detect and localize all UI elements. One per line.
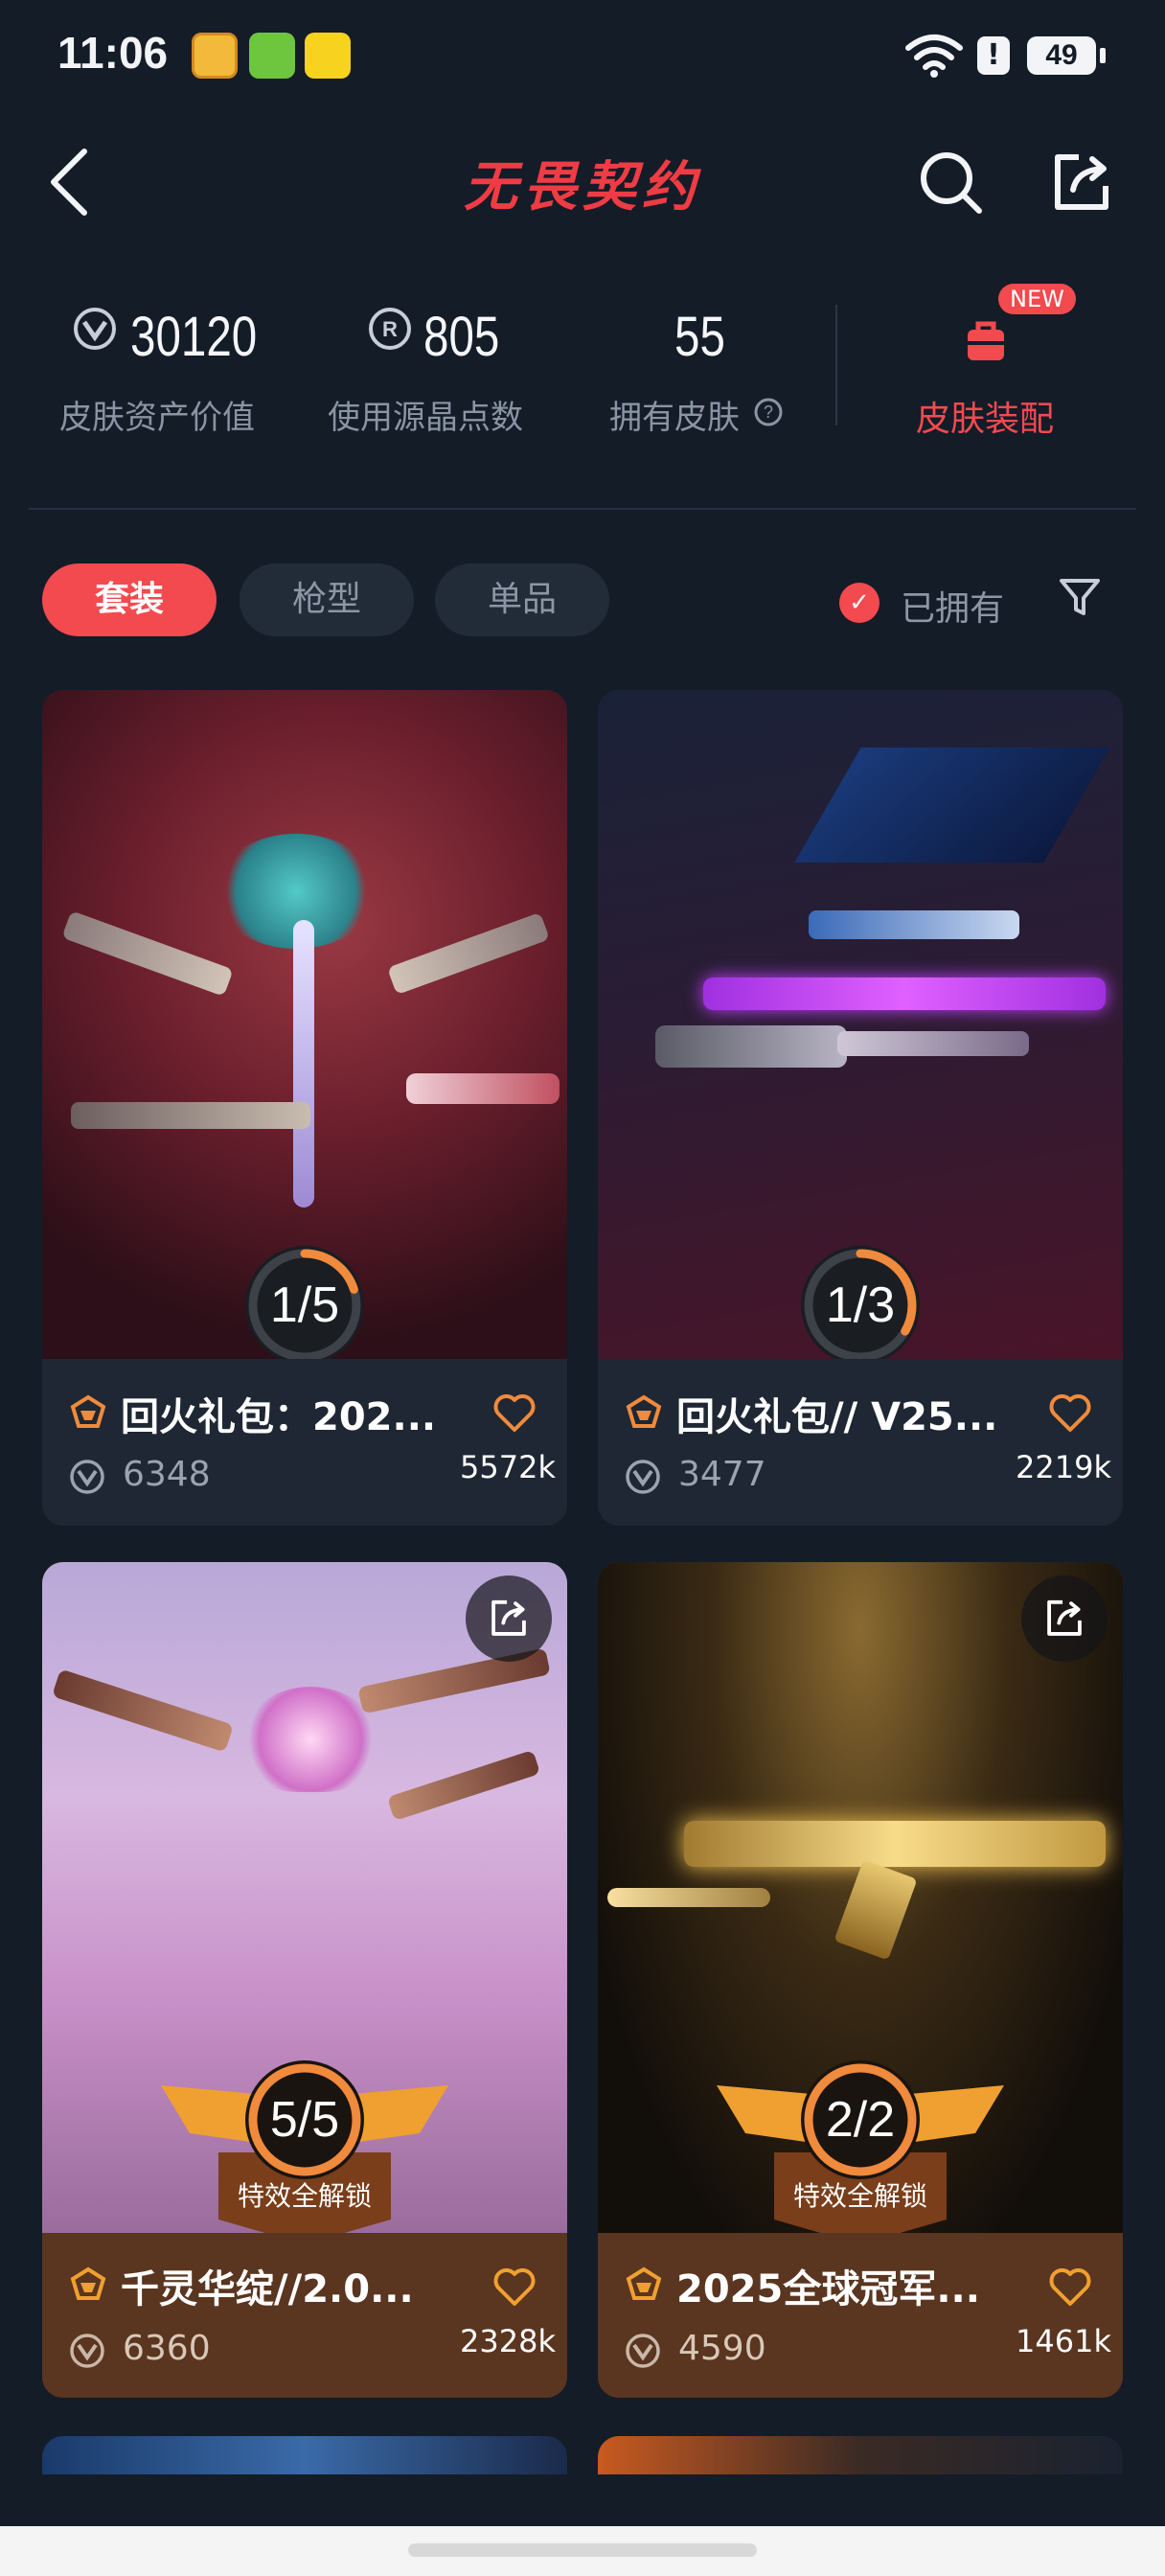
progress-count: 1/5 [269, 1277, 340, 1333]
lotus-decoration [243, 1687, 377, 1792]
tier-icon [70, 2266, 106, 2300]
owned-skins-count: 55 [674, 306, 725, 368]
filter-icon[interactable] [1058, 575, 1102, 619]
backpack-icon [968, 321, 1004, 360]
vp-coin-icon [626, 2334, 660, 2368]
app-notification-icon [249, 33, 295, 79]
loadout-button[interactable]: NEW 皮肤装配 [901, 278, 1131, 441]
favorite-icon[interactable] [1048, 2266, 1092, 2308]
share-icon[interactable] [1050, 151, 1113, 215]
favorite-icon[interactable] [492, 1392, 537, 1434]
radianite-icon: R [369, 308, 411, 350]
tab-gun-type[interactable]: 枪型 [240, 564, 414, 636]
page-title: 无畏契约 [464, 156, 701, 218]
rifle-skin [703, 978, 1106, 1010]
system-nav-bar [0, 2526, 1165, 2576]
vp-coin-icon [70, 1460, 104, 1494]
rifle-skin [809, 910, 1019, 939]
skin-set-title: 回火礼包// V25... [676, 1395, 998, 1439]
battery-level: 49 [1045, 39, 1078, 71]
rifle-stock [834, 1859, 918, 1961]
card-info: 回火礼包：202... 6348 5572k [42, 1359, 567, 1526]
skin-set-price: 3477 [678, 1455, 766, 1494]
tab-sets[interactable]: 套装 [42, 564, 217, 636]
section-divider [29, 508, 1136, 510]
status-time: 11:06 [57, 28, 169, 78]
home-indicator[interactable] [408, 2543, 757, 2557]
radianite-points: 805 [423, 306, 500, 368]
asset-value: 30120 [130, 306, 258, 368]
backdrop-shape [794, 748, 1110, 862]
battery-tip [1100, 48, 1106, 63]
popularity-count: 1461k [1016, 2323, 1111, 2359]
loadout-label: 皮肤装配 [916, 400, 1055, 439]
vp-coin-icon [74, 308, 116, 350]
unlocked-label: 特效全解锁 [792, 2180, 927, 2212]
check-icon: ✓ [839, 583, 879, 623]
skin-set-card[interactable]: 1/5 回火礼包：202... 6348 5572k [42, 690, 567, 1526]
stats-divider [835, 305, 837, 426]
tab-single-item[interactable]: 单品 [435, 564, 609, 636]
app-notification-icon [305, 33, 351, 79]
share-icon [1047, 1599, 1082, 1636]
info-icon[interactable]: ? [753, 397, 784, 427]
rifle-skin [61, 910, 234, 997]
popularity-count: 2328k [460, 2323, 556, 2359]
skin-set-card-partial[interactable] [598, 2436, 1123, 2474]
popularity-count: 2219k [1016, 1449, 1111, 1485]
share-button[interactable] [1021, 1576, 1108, 1662]
progress-count: 1/3 [825, 1277, 896, 1333]
owned-filter-label: 已拥有 [901, 589, 1005, 629]
share-icon [491, 1599, 526, 1636]
tier-icon [70, 1394, 106, 1428]
battery-indicator: 49 [1027, 36, 1096, 75]
rifle-skin [684, 1821, 1106, 1867]
favorite-icon[interactable] [1048, 1392, 1092, 1434]
asset-value-label: 皮肤资产价值 [59, 399, 255, 437]
wifi-icon [905, 34, 963, 78]
skin-set-card[interactable]: 5/5 特效全解锁 千灵华绽//2.0... 6360 2328k [42, 1562, 567, 2398]
rifle-skin [837, 1031, 1029, 1056]
alert-icon: ! [977, 36, 1010, 75]
card-info: 2025全球冠军... 4590 1461k [598, 2233, 1123, 2398]
svg-text:R: R [382, 317, 398, 341]
svg-text:?: ? [764, 402, 773, 422]
share-button[interactable] [466, 1576, 552, 1662]
vp-coin-icon [70, 2334, 104, 2368]
progress-count: 5/5 [269, 2092, 340, 2148]
skin-set-title: 2025全球冠军... [676, 2267, 980, 2312]
new-badge: NEW [998, 284, 1076, 314]
skin-set-price: 6348 [123, 1455, 211, 1494]
skin-set-card-partial[interactable] [42, 2436, 567, 2474]
knife-skin [293, 920, 314, 1208]
rifle-skin [386, 1749, 541, 1822]
rifle-skin [386, 911, 551, 996]
owned-filter-toggle[interactable]: ✓ 已拥有 [839, 573, 1021, 631]
skin-set-title: 千灵华绽//2.0... [121, 2267, 414, 2312]
tier-icon [626, 2266, 662, 2300]
radianite-points-label: 使用源晶点数 [328, 399, 523, 437]
skin-set-price: 4590 [678, 2329, 766, 2368]
card-info: 回火礼包// V25... 3477 2219k [598, 1359, 1123, 1526]
rifle-skin [71, 1102, 310, 1129]
tier-icon [626, 1394, 662, 1428]
rifle-skin [406, 1073, 560, 1104]
skin-set-price: 6360 [123, 2329, 211, 2368]
owned-skins-label: 拥有皮肤 [609, 399, 740, 437]
search-icon[interactable] [918, 150, 985, 217]
unlocked-label: 特效全解锁 [237, 2180, 372, 2212]
vp-coin-icon [626, 1460, 660, 1494]
bullet-skin [607, 1888, 770, 1907]
skin-set-card[interactable]: 2/2 特效全解锁 2025全球冠军... 4590 1461k [598, 1562, 1123, 2398]
card-info: 千灵华绽//2.0... 6360 2328k [42, 2233, 567, 2398]
rifle-skin [52, 1668, 234, 1753]
progress-count: 2/2 [825, 2092, 896, 2148]
popularity-count: 5572k [460, 1449, 556, 1485]
skin-set-card[interactable]: 1/3 回火礼包// V25... 3477 2219k [598, 690, 1123, 1526]
skin-set-title: 回火礼包：202... [121, 1395, 437, 1439]
favorite-icon[interactable] [492, 2266, 537, 2308]
app-notification-icon [192, 33, 238, 79]
rifle-skin [655, 1025, 847, 1068]
